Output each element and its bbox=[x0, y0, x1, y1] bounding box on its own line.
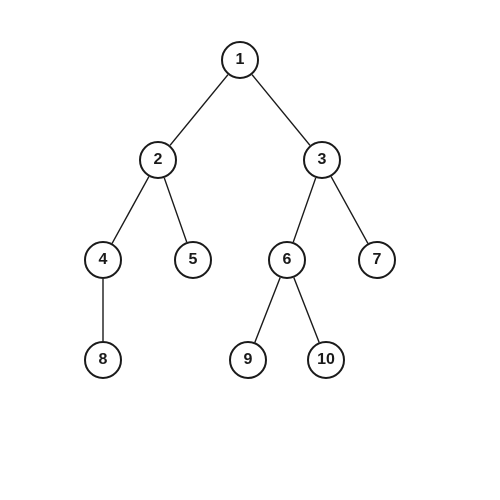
tree-node: 2 bbox=[139, 141, 177, 179]
tree-node: 4 bbox=[84, 241, 122, 279]
tree-edge bbox=[112, 177, 149, 244]
tree-edge bbox=[255, 278, 280, 343]
tree-node-label: 10 bbox=[317, 351, 335, 369]
tree-node: 10 bbox=[307, 341, 345, 379]
tree-node-label: 4 bbox=[99, 251, 108, 269]
tree-edge bbox=[294, 278, 319, 343]
tree-node: 5 bbox=[174, 241, 212, 279]
tree-node-label: 3 bbox=[318, 151, 327, 169]
tree-node-label: 8 bbox=[99, 351, 108, 369]
tree-node: 1 bbox=[221, 41, 259, 79]
tree-node: 6 bbox=[268, 241, 306, 279]
tree-node: 3 bbox=[303, 141, 341, 179]
tree-node-label: 5 bbox=[189, 251, 198, 269]
tree-edge bbox=[170, 75, 228, 146]
tree-node: 8 bbox=[84, 341, 122, 379]
tree-node-label: 1 bbox=[236, 51, 245, 69]
tree-node-label: 9 bbox=[244, 351, 253, 369]
tree-node: 9 bbox=[229, 341, 267, 379]
tree-edge bbox=[331, 177, 368, 244]
tree-edge bbox=[164, 178, 186, 242]
tree-node-label: 2 bbox=[154, 151, 163, 169]
tree-edge bbox=[293, 178, 315, 242]
tree-node-label: 7 bbox=[373, 251, 382, 269]
tree-edge bbox=[252, 75, 310, 146]
tree-node-label: 6 bbox=[283, 251, 292, 269]
tree-node: 7 bbox=[358, 241, 396, 279]
